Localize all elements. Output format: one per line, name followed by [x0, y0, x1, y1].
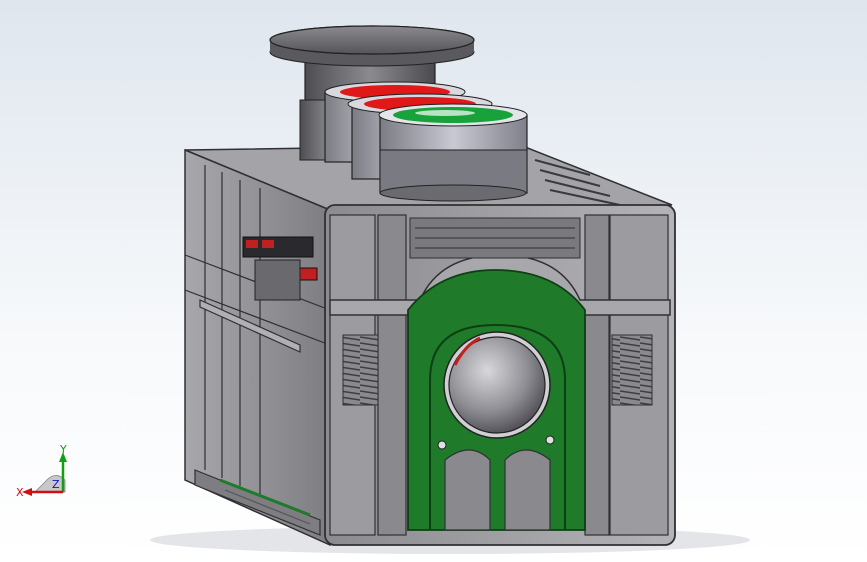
- y-axis-label: Y: [59, 443, 67, 456]
- graphics-viewport[interactable]: Y X Z: [0, 0, 867, 562]
- view-orientation-triad: Y X Z: [16, 443, 67, 499]
- enclosure-3d-model[interactable]: [0, 0, 867, 562]
- pcb-hole-left: [437, 440, 447, 450]
- spring-right: [611, 334, 653, 406]
- triad-base: [34, 475, 66, 493]
- internal-ribbing: [409, 217, 581, 259]
- z-axis-label: Z: [52, 478, 60, 491]
- pcb-hole-right: [545, 435, 555, 445]
- spring-left: [342, 334, 379, 406]
- x-axis-label: X: [16, 486, 24, 499]
